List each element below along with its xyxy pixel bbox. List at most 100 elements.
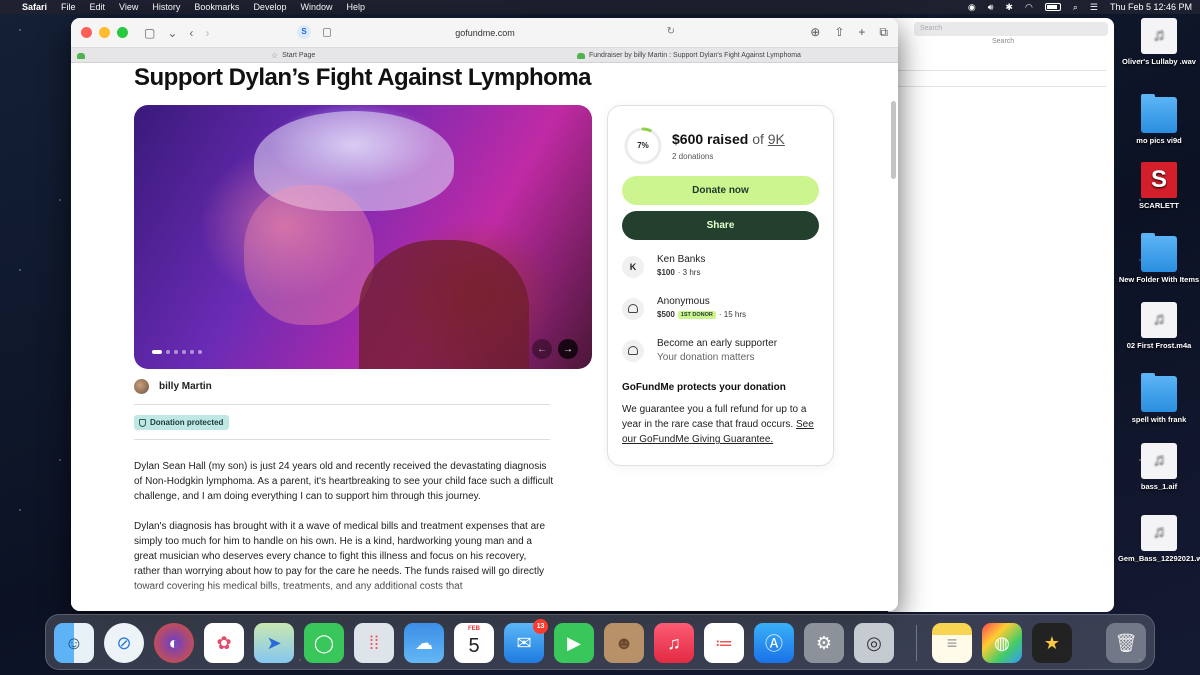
imovie-icon[interactable]: ★ [1032, 623, 1072, 663]
desktop-item[interactable]: S SCARLETT [1118, 162, 1200, 210]
photos-icon[interactable]: ✿ [204, 623, 244, 663]
scarlett-app-icon: S [1141, 162, 1177, 198]
downloads-icon[interactable]: ⊕ [810, 25, 820, 40]
bluetooth-icon[interactable]: ✱ [1005, 2, 1013, 13]
desktop-item[interactable]: Oliver's Lullaby .wav [1118, 18, 1200, 66]
menu-file[interactable]: File [61, 2, 76, 12]
donate-now-button[interactable]: Donate now [622, 176, 819, 205]
battery-icon[interactable] [1044, 3, 1061, 11]
minimize-window-button[interactable] [99, 27, 110, 38]
background-window: Search Search [888, 18, 1114, 612]
trash-icon[interactable]: 🗑︎ [1106, 623, 1146, 663]
carousel-dot[interactable] [190, 350, 194, 354]
menu-bookmarks[interactable]: Bookmarks [194, 2, 239, 12]
tab-overview-icon[interactable]: ⧉ [879, 25, 888, 40]
share-icon[interactable]: ⇧ [834, 25, 844, 40]
menu-develop[interactable]: Develop [253, 2, 286, 12]
bg-search-field[interactable]: Search [914, 22, 1108, 36]
browser-toolbar: ▢ ⌄ ‹ › S gofundme.com ↻ ⊕ ⇧ + ⧉ [71, 18, 898, 48]
star-icon: ☆ [271, 51, 279, 60]
carousel-indicators [152, 350, 202, 354]
organizer[interactable]: billy Martin [134, 379, 212, 394]
menu-view[interactable]: View [119, 2, 138, 12]
spotlight-icon[interactable]: ⌕ [1073, 2, 1078, 13]
calendar-icon[interactable]: FEB 5 [454, 623, 494, 663]
carousel-dot[interactable] [182, 350, 186, 354]
wifi-icon[interactable]: ◠ [1025, 2, 1033, 13]
supporter-avatar [622, 298, 644, 320]
volume-icon[interactable]: 🔊︎ [988, 2, 994, 13]
story-paragraph: Dylan Sean Hall (my son) is just 24 year… [134, 461, 554, 502]
content-fade [71, 581, 898, 611]
goal-amount[interactable]: 9K [768, 131, 785, 147]
menu-app-name[interactable]: Safari [22, 2, 47, 12]
firefox-icon[interactable]: ◐ [154, 623, 194, 663]
pinned-tab[interactable] [77, 48, 85, 63]
menu-history[interactable]: History [152, 2, 180, 12]
app-store-icon[interactable]: Ⓐ [754, 623, 794, 663]
carousel-prev-button[interactable]: ← [532, 339, 552, 359]
desktop-item-label: spell with frank [1131, 415, 1187, 424]
tab-fundraiser[interactable]: Fundraiser by billy Martin : Support Dyl… [577, 48, 801, 63]
share-button[interactable]: Share [622, 211, 819, 240]
carousel-dot[interactable] [152, 350, 162, 354]
carousel-dot[interactable] [198, 350, 202, 354]
desktop-item[interactable]: Gem_Bass_12292021.wav [1118, 515, 1200, 563]
organizer-name[interactable]: billy Martin [159, 381, 212, 392]
tab-start-page[interactable]: ☆ Start Page [271, 48, 315, 63]
launchpad-icon[interactable]: ⁞⁞ [354, 623, 394, 663]
mail-icon[interactable]: ✉ 13 [504, 619, 548, 663]
safari-icon[interactable]: ⊘ [104, 623, 144, 663]
desktop-item[interactable]: New Folder With Items [1118, 233, 1200, 284]
page-settings-icon[interactable] [323, 28, 331, 37]
amount-raised: $600 raised of 9K [672, 131, 785, 147]
new-tab-icon[interactable]: + [858, 25, 865, 40]
finder-icon[interactable]: ☺ [54, 623, 94, 663]
heart-hand-icon [628, 304, 638, 313]
url-text[interactable]: gofundme.com [455, 28, 515, 38]
sidebar-toggle-icon[interactable]: ▢ [144, 26, 155, 40]
reminders-icon[interactable]: ≔ [704, 623, 744, 663]
facetime-icon[interactable]: ▶ [554, 623, 594, 663]
menu-window[interactable]: Window [300, 2, 332, 12]
maps-icon[interactable]: ➤ [254, 623, 294, 663]
forward-button[interactable]: › [205, 26, 209, 40]
close-window-button[interactable] [81, 27, 92, 38]
desktop-item-label: SCARLETT [1139, 201, 1179, 210]
contacts-icon[interactable]: ☻ [604, 623, 644, 663]
raised-amount: $600 raised [672, 131, 749, 147]
desktop-item-label: New Folder With Items [1118, 275, 1200, 284]
record-icon[interactable]: ◉ [968, 2, 976, 13]
donation-protected-badge[interactable]: Donation protected [134, 415, 230, 430]
site-badge[interactable]: S [297, 25, 311, 39]
control-center-icon[interactable]: ☰ [1090, 2, 1098, 13]
image-region [359, 240, 529, 369]
menu-help[interactable]: Help [346, 2, 365, 12]
notes-icon[interactable]: ≡ [932, 623, 972, 663]
desktop-item[interactable]: spell with frank [1118, 373, 1200, 424]
reload-icon[interactable]: ↻ [667, 26, 675, 37]
zoom-window-button[interactable] [117, 27, 128, 38]
chevron-down-icon[interactable]: ⌄ [167, 26, 177, 40]
carousel-dot[interactable] [174, 350, 178, 354]
page-scrollbar[interactable] [891, 101, 896, 179]
music-icon[interactable]: ♫ [654, 623, 694, 663]
supporter-amount: $100 [657, 268, 675, 277]
desktop-item[interactable]: 02 First Frost.m4a [1118, 302, 1200, 350]
messages-icon[interactable]: ◯ [304, 623, 344, 663]
back-button[interactable]: ‹ [189, 26, 193, 40]
desktop-item-label: bass_1.aif [1140, 482, 1178, 491]
clock[interactable]: Thu Feb 5 12:46 PM [1110, 2, 1192, 12]
disk-utility-icon[interactable]: ◎ [854, 623, 894, 663]
desktop-item[interactable]: bass_1.aif [1118, 443, 1200, 491]
carousel-dot[interactable] [166, 350, 170, 354]
color-picker-icon[interactable]: ◍ [982, 623, 1022, 663]
address-bar[interactable]: S gofundme.com ↻ [293, 23, 677, 43]
donation-count[interactable]: 2 donations [672, 152, 713, 161]
campaign-image[interactable]: ← → [134, 105, 592, 369]
desktop-item[interactable]: mo pics vi9d [1118, 94, 1200, 145]
carousel-next-button[interactable]: → [558, 339, 578, 359]
menu-edit[interactable]: Edit [90, 2, 106, 12]
system-settings-icon[interactable]: ⚙ [804, 623, 844, 663]
weather-icon[interactable]: ☁ [404, 623, 444, 663]
